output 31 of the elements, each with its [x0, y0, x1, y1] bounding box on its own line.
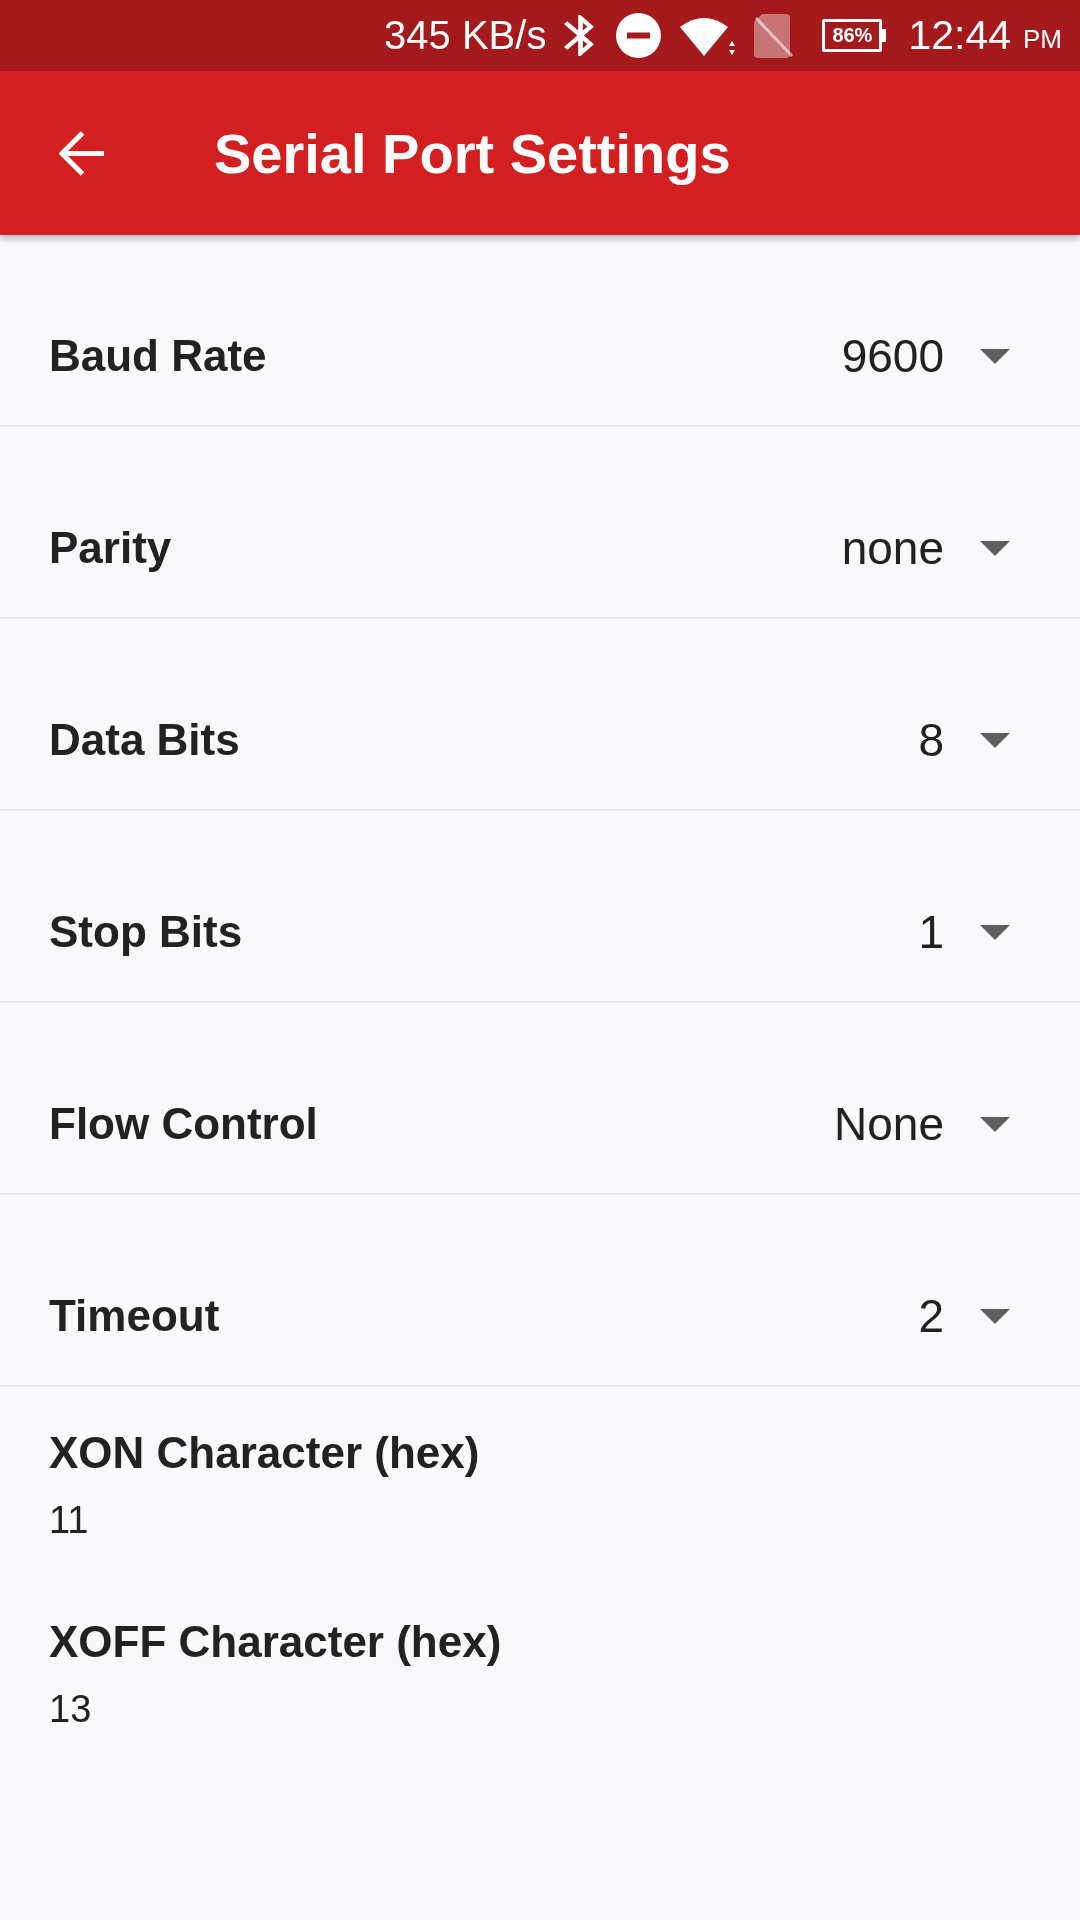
caret-icon: [980, 348, 1010, 364]
clock-time: 12:44: [908, 12, 1011, 59]
setting-value[interactable]: 11: [49, 1498, 1031, 1542]
setting-label: XON Character (hex): [49, 1427, 481, 1479]
battery-indicator: 86%: [822, 19, 887, 52]
setting-label: Data Bits: [49, 715, 241, 765]
setting-label: Stop Bits: [49, 907, 244, 957]
dropdown-button[interactable]: 2: [918, 1289, 1010, 1343]
no-sim-icon: [754, 13, 795, 58]
setting-label: XOFF Character (hex): [49, 1616, 503, 1668]
dropdown-button[interactable]: None: [834, 1097, 1010, 1151]
dropdown-button[interactable]: 8: [918, 713, 1010, 767]
screen-title: Serial Port Settings: [214, 120, 731, 186]
setting-label: Baud Rate: [49, 331, 268, 381]
caret-icon: [980, 732, 1010, 748]
dropdown-button[interactable]: 9600: [841, 329, 1010, 383]
setting-label: Parity: [49, 523, 173, 573]
caret-icon: [980, 1116, 1010, 1132]
setting-value[interactable]: 13: [49, 1687, 1031, 1731]
do-not-disturb-icon: [616, 13, 662, 58]
network-speed: 345 KB/s: [384, 13, 547, 58]
dropdown-button[interactable]: 1: [918, 905, 1010, 959]
back-arrow-icon[interactable]: [59, 129, 106, 177]
setting-label: Flow Control: [49, 1099, 319, 1149]
caret-icon: [980, 540, 1010, 556]
clock-period: PM: [1023, 24, 1062, 55]
bluetooth-icon: [564, 15, 595, 56]
setting-label: Timeout: [49, 1291, 221, 1341]
caret-icon: [980, 1308, 1010, 1324]
dropdown-button[interactable]: none: [841, 521, 1010, 575]
caret-icon: [980, 924, 1010, 940]
